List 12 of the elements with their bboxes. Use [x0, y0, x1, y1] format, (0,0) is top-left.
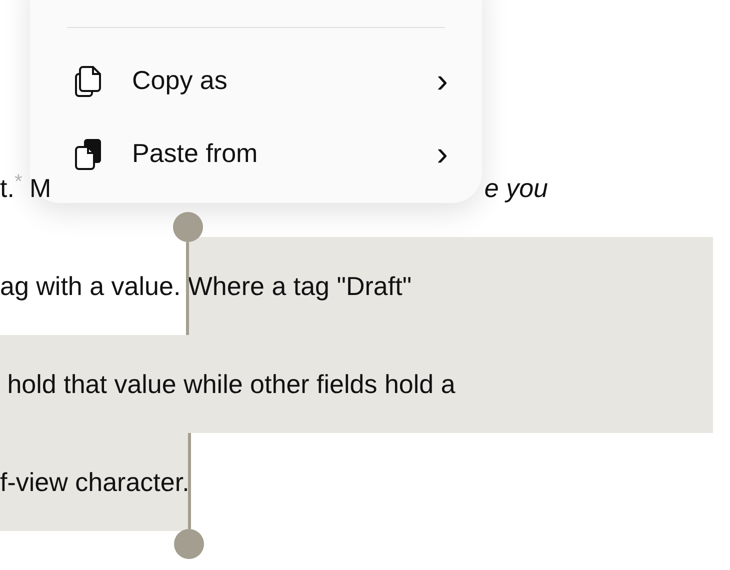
chevron-icon: › [436, 136, 448, 170]
footnote-mark: * [14, 170, 22, 195]
copy-icon [74, 64, 104, 98]
menu-item[interactable]: Copy as › [67, 44, 445, 117]
selected-text: hold that value while other fields hold a [0, 335, 713, 433]
text-line: M [28, 172, 52, 204]
text-line: ag with a value. [0, 270, 182, 302]
paste-icon [74, 136, 104, 170]
text-line: e you [484, 172, 548, 204]
chevron-icon: › [436, 64, 448, 98]
menu-item[interactable]: Paste from › [67, 117, 445, 190]
text-line: t. [0, 172, 14, 204]
